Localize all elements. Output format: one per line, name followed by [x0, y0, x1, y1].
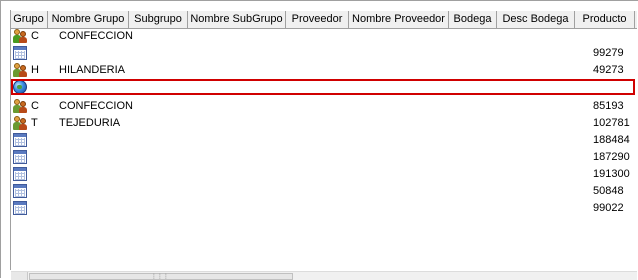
- people-icon: [13, 116, 27, 130]
- table-row[interactable]: H HILANDERIA 49273: [11, 62, 637, 79]
- calendar-icon: [13, 184, 27, 198]
- column-header-nombre-subgrupo[interactable]: Nombre SubGrupo: [188, 11, 286, 28]
- data-grid[interactable]: Grupo Nombre Grupo Subgrupo Nombre SubGr…: [0, 0, 638, 280]
- people-icon: [13, 99, 27, 113]
- cell-producto: 99022: [593, 202, 624, 214]
- column-header-bodega[interactable]: Bodega: [449, 11, 497, 28]
- people-icon: [13, 63, 27, 77]
- table-row[interactable]: 187290: [11, 149, 637, 166]
- calendar-icon: [13, 201, 27, 215]
- cell-producto: 49273: [593, 64, 624, 76]
- cell-producto: 85193: [593, 100, 624, 112]
- cell-grupo: H: [31, 64, 39, 76]
- table-row[interactable]: 188484: [11, 132, 637, 149]
- cell-producto: 99279: [593, 47, 624, 59]
- horizontal-scrollbar[interactable]: ⋮⋮⋮: [11, 271, 637, 280]
- column-header-nombre-grupo[interactable]: Nombre Grupo: [48, 11, 129, 28]
- cell-grupo: C: [31, 30, 39, 42]
- cell-producto: 50848: [593, 185, 624, 197]
- globe-icon: [13, 80, 27, 94]
- table-row[interactable]: 99022: [11, 200, 637, 217]
- cell-grupo: C: [31, 100, 39, 112]
- scrollbar-grip-icon: ⋮⋮⋮: [151, 274, 169, 280]
- column-header-producto[interactable]: Producto: [575, 11, 635, 28]
- cell-producto: 187290: [593, 151, 630, 163]
- grid-rows: C CONFECCION 99279 H HILANDERIA 49273 C …: [11, 28, 637, 217]
- table-row[interactable]: C CONFECCION: [11, 28, 637, 45]
- people-icon: [13, 29, 27, 43]
- table-row[interactable]: T TEJEDURIA 102781: [11, 115, 637, 132]
- table-row[interactable]: C CONFECCION 85193: [11, 98, 637, 115]
- grid-header: Grupo Nombre Grupo Subgrupo Nombre SubGr…: [10, 10, 637, 29]
- table-row[interactable]: 99279: [11, 45, 637, 62]
- column-header-subgrupo[interactable]: Subgrupo: [129, 11, 188, 28]
- column-header-desc-bodega[interactable]: Desc Bodega: [497, 11, 575, 28]
- calendar-icon: [13, 150, 27, 164]
- table-row[interactable]: 50848: [11, 183, 637, 200]
- calendar-icon: [13, 133, 27, 147]
- calendar-icon: [13, 167, 27, 181]
- cell-producto: 191300: [593, 168, 630, 180]
- column-header-grupo[interactable]: Grupo: [10, 11, 48, 28]
- cell-nombre-grupo: CONFECCION: [59, 100, 133, 112]
- table-row[interactable]: 191300: [11, 166, 637, 183]
- table-row-selected[interactable]: [11, 79, 637, 98]
- cell-nombre-grupo: CONFECCION: [59, 30, 133, 42]
- calendar-icon: [13, 46, 27, 60]
- cell-producto: 188484: [593, 134, 630, 146]
- cell-nombre-grupo: HILANDERIA: [59, 64, 126, 76]
- scroll-left-button[interactable]: [11, 272, 28, 280]
- cell-nombre-grupo: TEJEDURIA: [59, 117, 121, 129]
- cell-producto: 102781: [593, 117, 630, 129]
- column-header-proveedor[interactable]: Proveedor: [286, 11, 349, 28]
- column-header-nombre-proveedor[interactable]: Nombre Proveedor: [349, 11, 449, 28]
- cell-grupo: T: [31, 117, 38, 129]
